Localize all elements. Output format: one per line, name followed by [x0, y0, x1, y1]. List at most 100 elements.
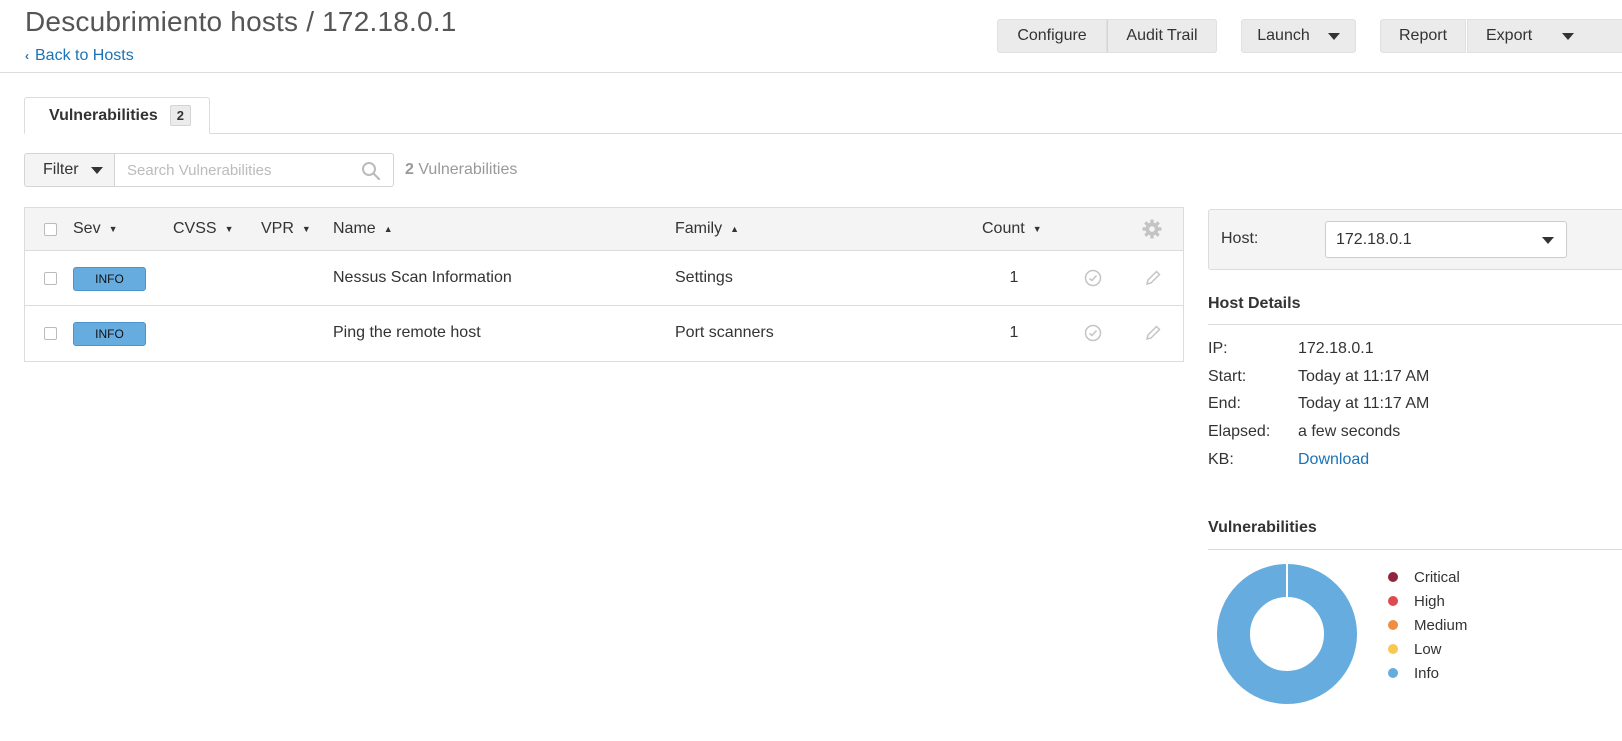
gear-icon[interactable] [1142, 219, 1162, 239]
search-box [114, 153, 394, 187]
family-cell: Port scanners [675, 324, 774, 341]
table-row[interactable]: INFO Nessus Scan Information Settings 1 [25, 251, 1183, 306]
row-checkbox[interactable] [44, 327, 57, 340]
sort-arrow-icon: ▼ [108, 224, 118, 234]
detail-value: 172.18.0.1 [1298, 340, 1374, 357]
host-details-divider [1208, 324, 1622, 325]
search-icon[interactable] [361, 161, 381, 181]
column-header-count[interactable]: Count ▼ [982, 220, 1042, 238]
legend-label: High [1414, 592, 1445, 610]
column-label: Count [982, 220, 1025, 237]
column-label: CVSS [173, 220, 217, 237]
tab-vulnerabilities[interactable]: Vulnerabilities 2 [24, 97, 210, 134]
export-label: Export [1486, 27, 1533, 44]
legend-label: Info [1414, 664, 1440, 682]
launch-button[interactable]: Launch [1241, 19, 1356, 53]
legend-dot [1388, 620, 1398, 630]
column-label: Family [675, 220, 723, 237]
column-label: Sev [73, 220, 101, 237]
pencil-icon[interactable] [1144, 269, 1162, 287]
detail-label: KB: [1208, 451, 1234, 468]
column-header-cvss[interactable]: CVSS ▼ [173, 220, 234, 238]
legend-dot [1388, 572, 1398, 582]
vulnerabilities-table: Sev ▼ CVSS ▼ VPR ▼ Name ▲ Family ▲ Count ▼ INF… [24, 207, 1184, 362]
legend-item-medium: Medium [1388, 613, 1467, 637]
report-label: Report [1398, 27, 1448, 44]
tabs-divider [25, 133, 1622, 134]
sort-arrow-icon: ▲ [383, 224, 393, 234]
row-checkbox[interactable] [44, 272, 57, 285]
snooze-check-icon[interactable] [1084, 324, 1102, 342]
chevron-left-icon: ‹ [25, 49, 29, 63]
count-cell: 1 [1009, 324, 1019, 341]
report-button[interactable]: Report [1380, 19, 1466, 53]
count-cell: 1 [1009, 269, 1019, 286]
caret-down-icon [90, 166, 103, 174]
legend-dot [1388, 596, 1398, 606]
back-to-hosts-link[interactable]: ‹ Back to Hosts [25, 47, 134, 65]
column-header-vpr[interactable]: VPR ▼ [261, 220, 311, 238]
legend-item-info: Info [1388, 661, 1467, 685]
tab-count-badge: 2 [169, 105, 192, 126]
snooze-check-icon[interactable] [1084, 269, 1102, 287]
table-row[interactable]: INFO Ping the remote host Port scanners … [25, 306, 1183, 361]
sort-arrow-icon: ▼ [224, 224, 234, 234]
detail-value: a few seconds [1298, 423, 1401, 440]
legend-label: Medium [1414, 616, 1468, 634]
sort-arrow-icon: ▼ [301, 224, 311, 234]
column-label: VPR [261, 220, 294, 237]
legend-label: Critical [1414, 568, 1460, 586]
family-cell: Settings [675, 269, 733, 286]
detail-label: Start: [1208, 368, 1247, 385]
host-selector-panel: Host: 172.18.0.1 [1208, 209, 1622, 270]
kb-download-link[interactable]: Download [1298, 451, 1369, 469]
detail-label: End: [1208, 395, 1241, 412]
detail-value: Today at 11:17 AM [1298, 368, 1430, 385]
vulnerabilities-summary-title: Vulnerabilities [1208, 519, 1317, 536]
legend-label: Low [1414, 640, 1442, 658]
select-all-checkbox[interactable] [44, 223, 57, 236]
name-cell: Ping the remote host [333, 324, 481, 341]
back-link-label: Back to Hosts [35, 47, 134, 64]
legend-item-high: High [1388, 589, 1467, 613]
result-count-number: 2 [405, 161, 414, 178]
table-header: Sev ▼ CVSS ▼ VPR ▼ Name ▲ Family ▲ Count ▼ [25, 208, 1183, 251]
search-input[interactable] [115, 155, 345, 185]
result-count-label: Vulnerabilities [413, 161, 518, 178]
launch-label: Launch [1257, 27, 1310, 44]
legend-dot [1388, 644, 1398, 654]
legend-item-low: Low [1388, 637, 1467, 661]
column-header-family[interactable]: Family ▲ [675, 220, 739, 238]
host-details-title: Host Details [1208, 295, 1301, 312]
name-cell: Nessus Scan Information [333, 269, 512, 286]
severity-badge: INFO [73, 267, 146, 291]
result-count: 2 Vulnerabilities [405, 161, 517, 179]
filter-dropdown[interactable]: Filter [24, 153, 115, 187]
chart-legend: Critical High Medium Low Info [1388, 565, 1467, 685]
pencil-icon[interactable] [1144, 324, 1162, 342]
host-select[interactable]: 172.18.0.1 [1325, 221, 1567, 258]
caret-down-icon [1327, 32, 1340, 40]
column-header-sev[interactable]: Sev ▼ [73, 220, 118, 238]
filter-label: Filter [43, 161, 79, 178]
detail-label: Elapsed: [1208, 423, 1271, 440]
header-divider [0, 72, 1622, 73]
legend-dot [1388, 668, 1398, 678]
host-label: Host: [1221, 230, 1259, 247]
vulnerabilities-donut-chart[interactable] [1216, 563, 1358, 705]
sort-arrow-icon: ▼ [1032, 224, 1042, 234]
caret-down-icon [1562, 32, 1575, 40]
audit-trail-button[interactable]: Audit Trail [1107, 19, 1217, 53]
column-label: Name [333, 220, 376, 237]
vulnerabilities-summary-divider [1208, 549, 1622, 550]
configure-button[interactable]: Configure [997, 19, 1107, 53]
caret-down-icon [1542, 237, 1554, 244]
export-button[interactable]: Export [1467, 19, 1622, 53]
page-title: Descubrimiento hosts / 172.18.0.1 [25, 6, 457, 37]
host-select-value: 172.18.0.1 [1336, 230, 1412, 248]
audit-trail-label: Audit Trail [1126, 27, 1198, 44]
sort-arrow-icon: ▲ [730, 224, 740, 234]
column-header-name[interactable]: Name ▲ [333, 220, 393, 238]
detail-label: IP: [1208, 340, 1228, 357]
tab-label: Vulnerabilities [49, 106, 158, 124]
